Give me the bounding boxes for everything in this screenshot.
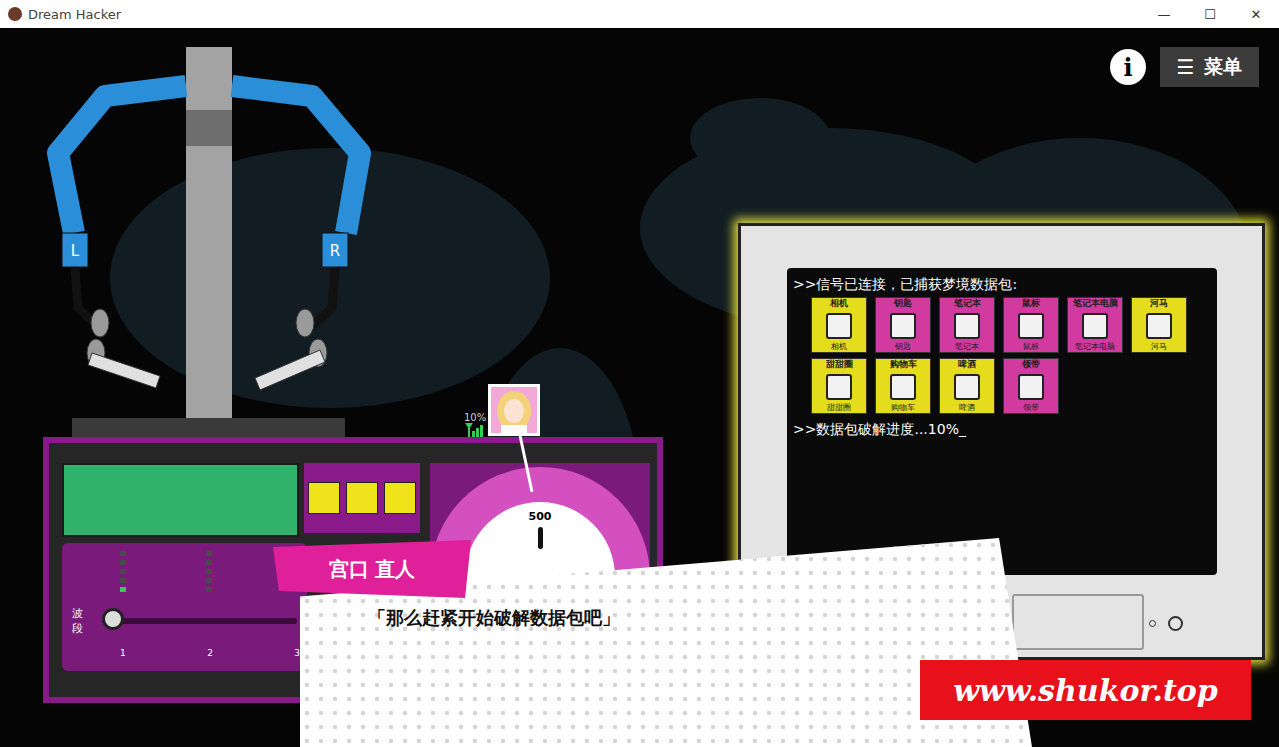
terminal-header: >>信号已连接，已捕获梦境数据包: xyxy=(793,274,1211,294)
band-slider[interactable] xyxy=(102,618,298,624)
packet-label: 鼠标 xyxy=(1023,342,1039,352)
green-screen xyxy=(62,463,299,537)
window-control[interactable]: ✕ xyxy=(1233,7,1279,22)
right-label: R xyxy=(330,242,340,260)
packet-label: 钥匙 xyxy=(895,342,911,352)
packet-icon xyxy=(1018,374,1044,400)
packet-title: 笔记本电脑 xyxy=(1073,298,1118,309)
headset-icon: LR xyxy=(0,28,400,448)
lamp xyxy=(308,482,340,514)
data-packet[interactable]: 河马 河马 xyxy=(1131,297,1187,353)
band-panel: 波段 1 2 3 xyxy=(62,543,307,671)
level-meter xyxy=(120,551,126,592)
lamp-box xyxy=(304,463,420,533)
data-packet[interactable]: 笔记本 笔记本 xyxy=(939,297,995,353)
signal: 10% xyxy=(464,412,486,437)
data-packet[interactable]: 啤酒 啤酒 xyxy=(939,358,995,414)
packet-title: 鼠标 xyxy=(1022,298,1040,309)
window-control[interactable]: ☐ xyxy=(1187,7,1233,22)
packet-label: 甜甜圈 xyxy=(827,403,851,413)
slider-knob[interactable] xyxy=(102,608,124,630)
menu-icon: ☰ xyxy=(1177,55,1195,79)
packet-icon xyxy=(954,313,980,339)
terminal-screen: >>信号已连接，已捕获梦境数据包: 相机 相机钥匙 钥匙笔记本 笔记本鼠标 鼠标… xyxy=(787,268,1217,575)
packet-title: 甜甜圈 xyxy=(826,359,853,370)
packet-icon xyxy=(954,374,980,400)
lamp xyxy=(384,482,416,514)
packet-title: 相机 xyxy=(830,298,848,309)
packet-title: 河马 xyxy=(1150,298,1168,309)
monitor-knobs xyxy=(1149,616,1183,631)
data-packet[interactable]: 购物车 购物车 xyxy=(875,358,931,414)
data-packet[interactable]: 相机 相机 xyxy=(811,297,867,353)
packet-label: 笔记本电脑 xyxy=(1075,342,1115,352)
packet-label: 笔记本 xyxy=(955,342,979,352)
packet-icon xyxy=(826,313,852,339)
watermark: www.shukor.top xyxy=(920,660,1251,720)
packet-title: 啤酒 xyxy=(958,359,976,370)
app-icon xyxy=(8,7,22,21)
packet-icon xyxy=(1082,313,1108,339)
packet-title: 领带 xyxy=(1022,359,1040,370)
packet-label: 领带 xyxy=(1023,403,1039,413)
title-bar: Dream Hacker —☐✕ xyxy=(0,0,1279,28)
packet-icon xyxy=(1018,313,1044,339)
disk-slot xyxy=(1012,594,1144,650)
info-button[interactable]: i xyxy=(1110,49,1146,85)
lamp xyxy=(346,482,378,514)
speaker-tag: 宫口 直人 xyxy=(273,540,471,598)
packet-icon xyxy=(890,374,916,400)
packet-title: 笔记本 xyxy=(954,298,981,309)
menu-button[interactable]: ☰ 菜单 xyxy=(1160,47,1259,87)
data-packet[interactable]: 钥匙 钥匙 xyxy=(875,297,931,353)
level-meter xyxy=(206,551,212,592)
packet-icon xyxy=(1146,313,1172,339)
packet-title: 钥匙 xyxy=(894,298,912,309)
data-packet[interactable]: 领带 领带 xyxy=(1003,358,1059,414)
packet-label: 啤酒 xyxy=(959,403,975,413)
band-tick: 1 xyxy=(120,648,126,658)
game-window: Dream Hacker —☐✕ LR i ☰ 菜单 500 波段 123 10… xyxy=(0,0,1279,747)
packet-icon xyxy=(890,313,916,339)
scene: LR i ☰ 菜单 500 波段 123 10% >>信号已连接，已捕获梦境数据… xyxy=(0,28,1279,747)
speaker-name: 宫口 直人 xyxy=(329,556,416,583)
window-title: Dream Hacker xyxy=(28,7,121,22)
packet-label: 相机 xyxy=(831,342,847,352)
packet-label: 购物车 xyxy=(891,403,915,413)
signal-icon xyxy=(465,423,485,437)
packet-title: 购物车 xyxy=(890,359,917,370)
signal-reading: 10% xyxy=(464,412,486,423)
data-packet[interactable]: 甜甜圈 甜甜圈 xyxy=(811,358,867,414)
window-controls: —☐✕ xyxy=(1141,7,1279,22)
menu-label: 菜单 xyxy=(1204,54,1242,80)
left-label: L xyxy=(71,242,80,260)
avatar xyxy=(488,384,540,436)
needle-icon xyxy=(538,527,543,549)
dial-reading: 500 xyxy=(529,510,552,523)
data-packet[interactable]: 笔记本电脑 笔记本电脑 xyxy=(1067,297,1123,353)
packet-icon xyxy=(826,374,852,400)
character-portrait-icon xyxy=(491,387,537,433)
window-control[interactable]: — xyxy=(1141,7,1187,22)
terminal-progress: >>数据包破解进度...10%_ xyxy=(793,419,1211,439)
data-packet[interactable]: 鼠标 鼠标 xyxy=(1003,297,1059,353)
band-tick: 2 xyxy=(207,648,213,658)
packet-label: 河马 xyxy=(1151,342,1167,352)
dialog-text: 「那么赶紧开始破解数据包吧」 xyxy=(368,606,620,630)
band-tick: 3 xyxy=(294,648,300,658)
band-label: 波段 xyxy=(72,606,94,636)
